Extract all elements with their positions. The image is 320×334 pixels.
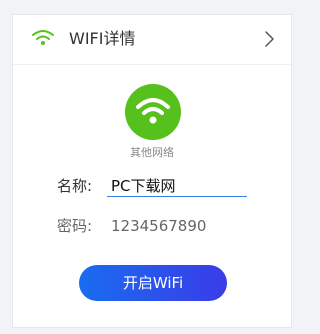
network-type-label: 其他网络 bbox=[130, 146, 174, 159]
wifi-detail-panel: WIFI详情 其他网络 名称: 密码: 1234567890 开启WiFi bbox=[12, 14, 292, 328]
chevron-right-icon[interactable] bbox=[263, 30, 275, 48]
name-label: 名称: bbox=[57, 177, 93, 195]
wifi-icon bbox=[31, 28, 55, 48]
password-label: 密码: bbox=[57, 217, 93, 235]
header-bar[interactable]: WIFI详情 bbox=[13, 15, 291, 65]
wifi-icon bbox=[125, 84, 181, 140]
page-title: WIFI详情 bbox=[69, 29, 136, 48]
open-wifi-button[interactable]: 开启WiFi bbox=[79, 265, 227, 301]
password-value[interactable]: 1234567890 bbox=[111, 215, 206, 237]
name-input[interactable] bbox=[107, 175, 247, 197]
